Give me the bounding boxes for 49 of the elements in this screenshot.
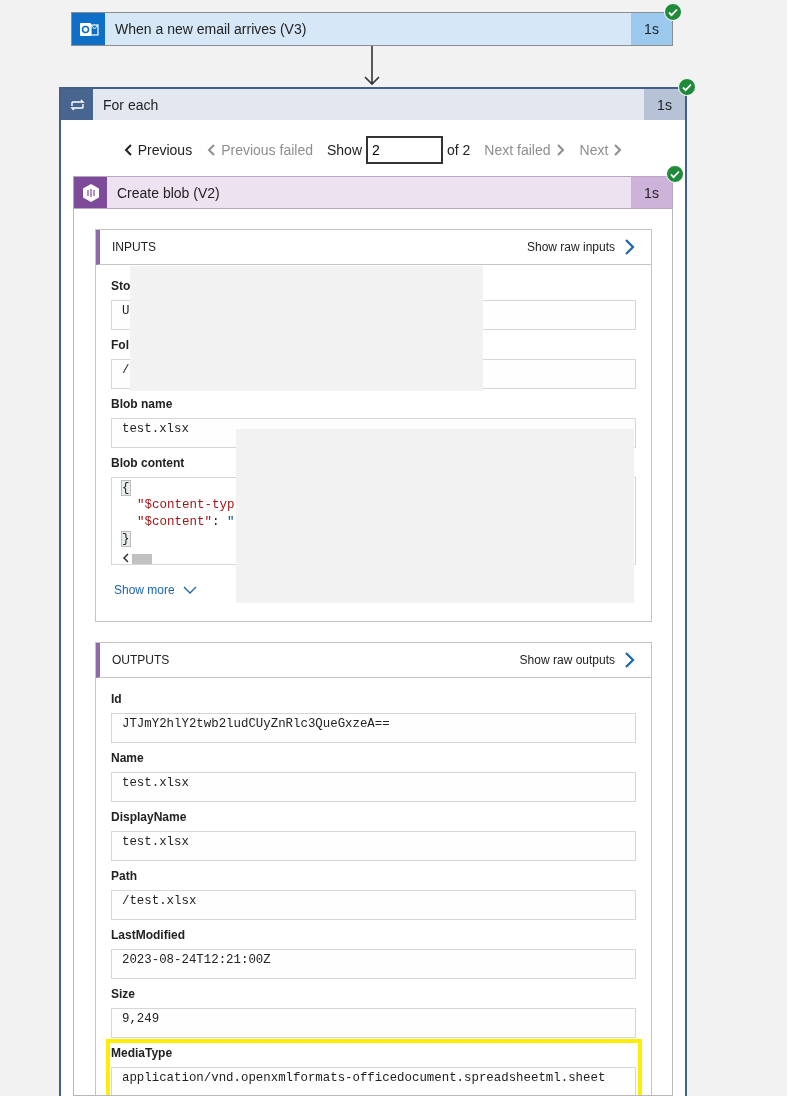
chevron-right-icon	[623, 651, 635, 669]
section-heading: OUTPUTS	[112, 653, 171, 667]
hexagon-icon	[80, 182, 101, 203]
field-label: Path	[111, 868, 138, 885]
action-card-header[interactable]: When a new email arrives (V3) 1s	[71, 12, 673, 46]
code-line: "$content-typ	[136, 497, 236, 514]
card-title: For each	[102, 95, 160, 115]
section-heading: INPUTS	[112, 240, 157, 254]
previous-button[interactable]: Previous	[122, 142, 193, 158]
scroll-left-icon	[122, 553, 130, 563]
raw-link[interactable]: Show raw inputs	[526, 238, 635, 256]
value-field[interactable]: 9,249	[111, 1008, 636, 1038]
value-field[interactable]: /test.xlsx	[111, 890, 636, 920]
field-label: Blob content	[111, 455, 186, 472]
value-field[interactable]: 2023-08-24T12:21:00Z	[111, 949, 636, 979]
page-number-field[interactable]: 2	[366, 136, 443, 164]
field-label: Name	[111, 750, 145, 767]
duration-label: 1s	[644, 89, 685, 120]
field-label: MediaType	[111, 1045, 174, 1062]
value-field[interactable]: JTJmY2hlY2twb2ludCUyZnRlc3QueGxzeA==	[111, 713, 636, 743]
page-count-label: of 2	[447, 142, 471, 158]
field-label: DisplayName	[111, 809, 188, 826]
raw-link[interactable]: Show raw outputs	[519, 651, 635, 669]
scrollbar-thumb[interactable]	[132, 554, 152, 564]
value-field[interactable]: application/vnd.openxmlformats-officedocument.spreadsheetml.sheet	[111, 1067, 636, 1095]
chevron-right-icon	[623, 238, 635, 256]
chevron-right-icon	[554, 143, 566, 157]
show-more-link[interactable]: Show more	[114, 583, 197, 597]
field-label: Size	[111, 986, 136, 1003]
action-card-header[interactable]: Create blob (V2) 1s	[73, 176, 673, 209]
card-title: Create blob (V2)	[116, 183, 221, 203]
code-line: "$content": "	[136, 514, 236, 531]
field-label: Sto	[111, 278, 132, 295]
show-label: Show	[326, 142, 362, 158]
chevron-left-icon	[206, 143, 218, 157]
field-label: Blob name	[111, 396, 174, 413]
card-title: When a new email arrives (V3)	[114, 20, 308, 39]
duration-label: 1s	[631, 177, 672, 208]
value-field[interactable]: test.xlsx	[111, 772, 636, 802]
chevron-right-icon	[612, 143, 624, 157]
field-label: LastModified	[111, 927, 186, 944]
field-label: Fol	[111, 337, 130, 354]
duration-label: 1s	[631, 13, 672, 45]
value-field[interactable]: test.xlsx	[111, 831, 636, 861]
chevron-left-icon	[122, 143, 134, 157]
connector-arrow	[363, 46, 381, 87]
chevron-down-icon	[182, 585, 197, 595]
field-label: Id	[111, 691, 123, 708]
loop-header[interactable]: For each 1s	[61, 89, 685, 120]
